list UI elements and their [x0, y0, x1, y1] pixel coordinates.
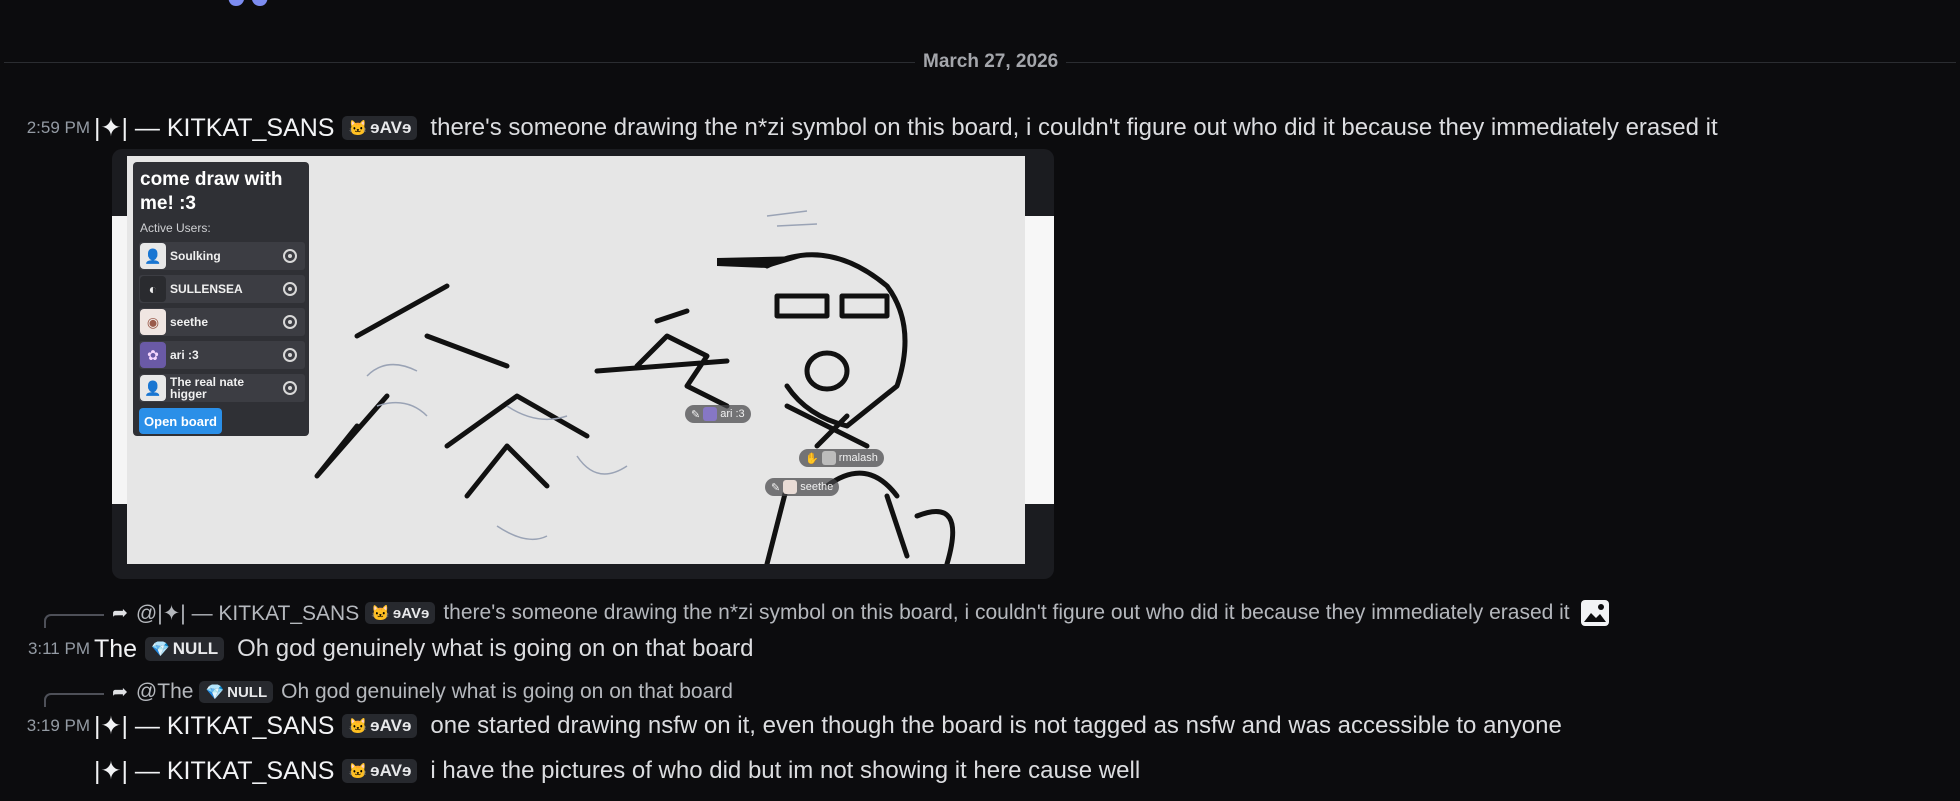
cursor-avatar [783, 480, 798, 494]
image-attachment-icon [1580, 600, 1609, 626]
message-content: Oh god genuinely what is going on on tha… [237, 635, 754, 662]
user-row[interactable]: ◐ SULLENSEA [139, 275, 305, 303]
guild-tag-badge[interactable]: 💎 NULL [199, 681, 274, 703]
person-icon: 👤 [140, 243, 166, 269]
message-content: i have the pictures of who did but im no… [430, 757, 1141, 784]
guild-tag-text: NULL [227, 683, 268, 701]
message-username[interactable]: |✦| — KITKAT_SANS [94, 756, 334, 786]
user-name: seethe [170, 315, 209, 329]
panel-title: come draw with me! :3 [140, 169, 283, 214]
user-avatar: ✿ [140, 342, 166, 368]
user-name: ari :3 [170, 348, 199, 362]
reply-spine [44, 693, 104, 707]
message-username[interactable]: The [94, 635, 137, 664]
pencil-icon: ✎ [691, 408, 701, 421]
cursor-avatar [821, 451, 836, 465]
message-username[interactable]: |✦| — KITKAT_SANS [94, 711, 334, 741]
reply-mention[interactable]: @|✦| — KITKAT_SANS [136, 601, 359, 626]
guild-tag-text: ɘAVɘ [392, 604, 430, 622]
user-name: Soulking [170, 249, 221, 263]
user-avatar: ◉ [140, 309, 166, 335]
pencil-icon: ✎ [771, 481, 781, 494]
reply-content[interactable]: there's someone drawing the n*zi symbol … [443, 601, 1569, 625]
reply-mention[interactable]: @The [136, 680, 194, 704]
message[interactable]: 3:11 PM The 💎 NULL Oh god genuinely what… [0, 632, 754, 666]
cursor-label: seethe [800, 481, 834, 493]
guild-tag-badge[interactable]: 🐱 ɘAVɘ [342, 759, 418, 783]
message[interactable]: 2:59 PM |✦| — KITKAT_SANS 🐱 ɘAVɘ there's… [0, 111, 1718, 145]
kitty-icon: 🐱 [348, 120, 368, 137]
reply-arrow-icon: ➦ [112, 602, 128, 624]
user-name: SULLENSEA [170, 282, 243, 296]
gem-icon: 💎 [205, 684, 225, 701]
message-timestamp[interactable]: 3:11 PM [0, 639, 90, 659]
eye-icon[interactable] [283, 282, 297, 296]
cursor-label: rmalash [838, 452, 878, 464]
reply-spine [44, 614, 104, 628]
eye-icon[interactable] [283, 315, 297, 329]
eye-icon[interactable] [283, 249, 297, 263]
message-timestamp[interactable]: 2:59 PM [0, 118, 90, 138]
message-content: one started drawing nsfw on it, even tho… [430, 712, 1562, 739]
active-users-label: Active Users: [140, 221, 211, 235]
message[interactable]: 3:19 PM |✦| — KITKAT_SANS 🐱 ɘAVɘ one sta… [0, 709, 1562, 743]
reply-arrow-icon: ➦ [112, 681, 128, 703]
hand-icon: ✋ [805, 452, 819, 465]
message-content: there's someone drawing the n*zi symbol … [430, 114, 1718, 141]
guild-tag-badge[interactable]: 🐱 ɘAVɘ [342, 116, 418, 140]
user-row[interactable]: 👤 Soulking [139, 242, 305, 270]
kitty-icon: 🐱 [348, 718, 368, 735]
date-divider: March 27, 2026 [915, 51, 1067, 73]
board-edge-right [1025, 216, 1054, 504]
guild-tag-text: NULL [172, 639, 219, 658]
guild-tag-badge[interactable]: 💎 NULL [145, 637, 225, 661]
reply-preview[interactable]: ➦ @The 💎 NULL Oh god genuinely what is g… [40, 677, 733, 707]
cursor-label: ari :3 [720, 408, 745, 420]
user-row[interactable]: ✿ ari :3 [139, 341, 305, 369]
cursor-avatar [703, 407, 718, 421]
active-users-panel: come draw with me! :3 Active Users: 👤 So… [133, 162, 309, 436]
message[interactable]: |✦| — KITKAT_SANS 🐱 ɘAVɘ i have the pict… [0, 754, 1140, 788]
kitty-icon: 🐱 [348, 763, 368, 780]
user-cursor: ✋ rmalash [799, 449, 884, 467]
person-icon: 👤 [140, 375, 166, 401]
message-timestamp[interactable]: 3:19 PM [0, 716, 90, 736]
guild-tag-badge[interactable]: 🐱 ɘAVɘ [342, 714, 418, 738]
user-cursor: ✎ ari :3 [685, 405, 751, 423]
eye-icon[interactable] [283, 381, 297, 395]
message-username[interactable]: |✦| — KITKAT_SANS [94, 113, 334, 143]
user-avatar: ◐ [140, 276, 166, 302]
kitty-icon: 🐱 [371, 605, 390, 622]
user-row[interactable]: 👤 The real nate higger [139, 374, 305, 402]
discord-logo-icon [228, 0, 268, 6]
user-name: The real nate higger [170, 375, 245, 401]
guild-tag-text: ɘAVɘ [370, 118, 412, 137]
guild-tag-badge[interactable]: 🐱 ɘAVɘ [365, 602, 436, 624]
user-row[interactable]: ◉ seethe [139, 308, 305, 336]
guild-tag-text: ɘAVɘ [370, 761, 412, 780]
gem-icon: 💎 [151, 641, 170, 658]
user-cursor: ✎ seethe [765, 478, 840, 496]
eye-icon[interactable] [283, 348, 297, 362]
open-board-button[interactable]: Open board [139, 408, 222, 434]
guild-tag-text: ɘAVɘ [370, 716, 412, 735]
whiteboard-screenshot[interactable]: come draw with me! :3 Active Users: 👤 So… [127, 156, 1025, 564]
reply-content[interactable]: Oh god genuinely what is going on on tha… [281, 680, 733, 704]
board-edge-left [112, 216, 127, 504]
reply-preview[interactable]: ➦ @|✦| — KITKAT_SANS 🐱 ɘAVɘ there's some… [40, 598, 1610, 628]
